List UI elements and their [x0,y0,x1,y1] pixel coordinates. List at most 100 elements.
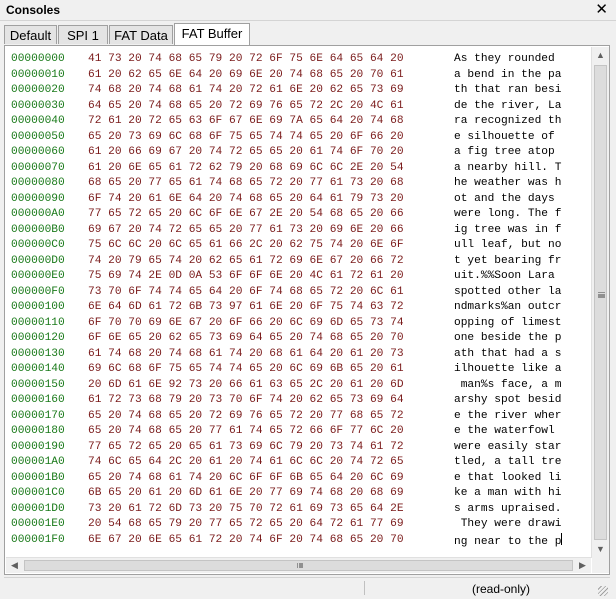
row-address: 00000190 [11,440,65,453]
vertical-scrollbar[interactable]: ▲ ▼ [591,47,609,558]
row-hex-bytes: 75 6C 6C 20 6C 65 61 66 2C 20 62 75 74 2… [88,239,404,251]
row-ascii-text: were long. The f [454,208,562,220]
row-hex-bytes: 6B 65 20 61 20 6D 61 6E 20 77 69 74 68 2… [88,487,404,499]
read-only-status: (read-only) [472,582,531,596]
row-ascii-text: ra recognized th [454,115,562,127]
row-ascii-text: t yet bearing fr [454,254,562,267]
dump-row: 00000180 65 20 74 68 65 20 77 61 74 65 72… [6,424,591,440]
row-ascii-text: arshy spot besid [454,394,562,406]
row-hex-bytes: 6E 64 6D 61 72 6B 73 97 61 6E 20 6F 75 7… [88,301,404,313]
row-address: 000000F0 [11,285,65,298]
dump-row: 00000150 20 6D 61 6E 92 73 20 66 61 63 65… [6,378,591,394]
row-hex-bytes: 77 65 72 65 20 6C 6F 6E 67 2E 20 54 68 6… [88,208,404,220]
row-address: 00000010 [11,68,65,81]
dump-row: 00000060 61 20 66 69 67 20 74 72 65 65 20… [6,145,591,161]
hex-dump-view[interactable]: 00000000 41 73 20 74 68 65 79 20 72 6F 75… [6,47,591,559]
dump-row: 00000090 6F 74 20 61 6E 64 20 74 68 65 20… [6,192,591,208]
row-ascii-text: ull leaf, but no [454,239,562,251]
row-address: 000000A0 [11,208,65,220]
row-address: 00000030 [11,99,65,112]
tab-fat-buffer[interactable]: FAT Buffer [174,23,250,45]
row-ascii-text: man%s face, a m [454,378,562,391]
row-ascii-text: tled, a tall tre [454,456,562,468]
resize-grip-icon[interactable] [598,586,608,596]
row-ascii-text: ot and the days [454,192,562,205]
row-ascii-text: e the river wher [454,409,562,422]
dump-row: 00000030 64 65 20 74 68 65 20 72 69 76 65… [6,99,591,115]
row-hex-bytes: 61 20 62 65 6E 64 20 69 6E 20 74 68 65 2… [88,68,404,81]
row-address: 000001D0 [11,502,65,515]
scroll-corner [592,558,609,573]
row-ascii-text: opping of limest [454,316,562,329]
row-ascii-text: spotted other la [454,285,562,298]
row-address: 00000100 [11,301,65,313]
scroll-up-icon[interactable]: ▲ [592,47,609,64]
row-hex-bytes: 74 20 79 65 74 20 62 65 61 72 69 6E 67 2… [88,254,404,267]
row-hex-bytes: 73 70 6F 74 74 65 64 20 6F 74 68 65 72 2… [88,285,404,298]
row-address: 000001A0 [11,456,65,468]
row-hex-bytes: 6F 74 20 61 6E 64 20 74 68 65 20 64 61 7… [88,192,404,205]
row-address: 00000170 [11,409,65,422]
row-address: 00000050 [11,130,65,143]
row-address: 000001F0 [11,533,65,546]
row-hex-bytes: 77 65 72 65 20 65 61 73 69 6C 79 20 73 7… [88,440,404,453]
row-hex-bytes: 6F 6E 65 20 62 65 73 69 64 65 20 74 68 6… [88,332,404,344]
row-hex-bytes: 72 61 20 72 65 63 6F 67 6E 69 7A 65 64 2… [88,115,404,127]
dump-row: 00000160 61 72 73 68 79 20 73 70 6F 74 20… [6,393,591,409]
scroll-right-icon[interactable]: ▶ [574,558,591,573]
dump-row: 00000050 65 20 73 69 6C 68 6F 75 65 74 74… [6,130,591,146]
dump-row: 000000E0 75 69 74 2E 0D 0A 53 6F 6F 6E 20… [6,269,591,285]
dump-row: 00000100 6E 64 6D 61 72 6B 73 97 61 6E 20… [6,300,591,316]
row-address: 00000160 [11,394,65,406]
row-ascii-text: ng near to the p [454,532,563,551]
tab-default[interactable]: Default [4,25,57,44]
horizontal-scroll-thumb[interactable] [24,560,573,571]
vertical-scroll-thumb[interactable] [594,65,607,540]
dump-row: 000000D0 74 20 79 65 74 20 62 65 61 72 69… [6,254,591,270]
row-address: 000000E0 [11,270,65,282]
row-address: 00000140 [11,363,65,375]
row-hex-bytes: 68 65 20 77 65 61 74 68 65 72 20 77 61 7… [88,177,404,189]
dump-row: 00000110 6F 70 70 69 6E 67 20 6F 66 20 6C… [6,316,591,332]
dump-row: 00000170 65 20 74 68 65 20 72 69 76 65 72… [6,409,591,425]
row-ascii-text: e that looked li [454,471,562,484]
dump-row: 000001C0 6B 65 20 61 20 6D 61 6E 20 77 69… [6,486,591,502]
row-hex-bytes: 65 20 74 68 65 20 72 69 76 65 72 20 77 6… [88,409,404,422]
row-address: 000000D0 [11,254,65,267]
tab-fat-data[interactable]: FAT Data [109,25,173,44]
row-hex-bytes: 64 65 20 74 68 65 20 72 69 76 65 72 2C 2… [88,99,404,112]
dump-row: 000000F0 73 70 6F 74 74 65 64 20 6F 74 68… [6,285,591,301]
row-hex-bytes: 74 6C 65 64 2C 20 61 20 74 61 6C 6C 20 7… [88,456,404,468]
dump-row: 000001D0 73 20 61 72 6D 73 20 75 70 72 61… [6,502,591,518]
dump-row: 00000070 61 20 6E 65 61 72 62 79 20 68 69… [6,161,591,177]
scroll-left-icon[interactable]: ◀ [6,558,23,573]
horizontal-scrollbar[interactable]: ◀ ▶ [6,557,591,573]
row-ascii-text: de the river, La [454,99,562,112]
scroll-down-icon[interactable]: ▼ [592,541,609,558]
row-ascii-text: ilhouette like a [454,363,562,375]
dump-row: 000001B0 65 20 74 68 61 74 20 6C 6F 6F 6B… [6,471,591,487]
row-hex-bytes: 61 20 6E 65 61 72 62 79 20 68 69 6C 6C 2… [88,161,404,174]
dump-row: 00000190 77 65 72 65 20 65 61 73 69 6C 79… [6,440,591,456]
row-hex-bytes: 20 54 68 65 79 20 77 65 72 65 20 64 72 6… [88,518,404,530]
row-hex-bytes: 6E 67 20 6E 65 61 72 20 74 6F 20 74 68 6… [88,533,404,546]
row-address: 000001C0 [11,487,65,499]
close-icon[interactable]: ✕ [595,1,608,18]
window-title: Consoles [6,3,61,17]
dump-row: 00000020 74 68 20 74 68 61 74 20 72 61 6E… [6,83,591,99]
row-address: 00000120 [11,332,65,344]
row-address: 00000040 [11,115,65,127]
row-hex-bytes: 69 67 20 74 72 65 65 20 77 61 73 20 69 6… [88,223,404,236]
row-ascii-text: ath that had a s [454,347,562,360]
dump-row: 000000B0 69 67 20 74 72 65 65 20 77 61 73… [6,223,591,239]
row-hex-bytes: 61 20 66 69 67 20 74 72 65 65 20 61 74 6… [88,146,404,158]
row-hex-bytes: 61 72 73 68 79 20 73 70 6F 74 20 62 65 7… [88,394,404,406]
row-address: 000000C0 [11,239,65,251]
dump-row: 00000000 41 73 20 74 68 65 79 20 72 6F 75… [6,52,591,68]
dump-row: 000001A0 74 6C 65 64 2C 20 61 20 74 61 6C… [6,455,591,471]
tab-spi-1[interactable]: SPI 1 [58,25,108,44]
row-address: 000001E0 [11,518,65,530]
row-ascii-text: e silhouette of [454,130,562,143]
row-ascii-text: were easily star [454,440,562,453]
row-address: 00000080 [11,177,65,189]
